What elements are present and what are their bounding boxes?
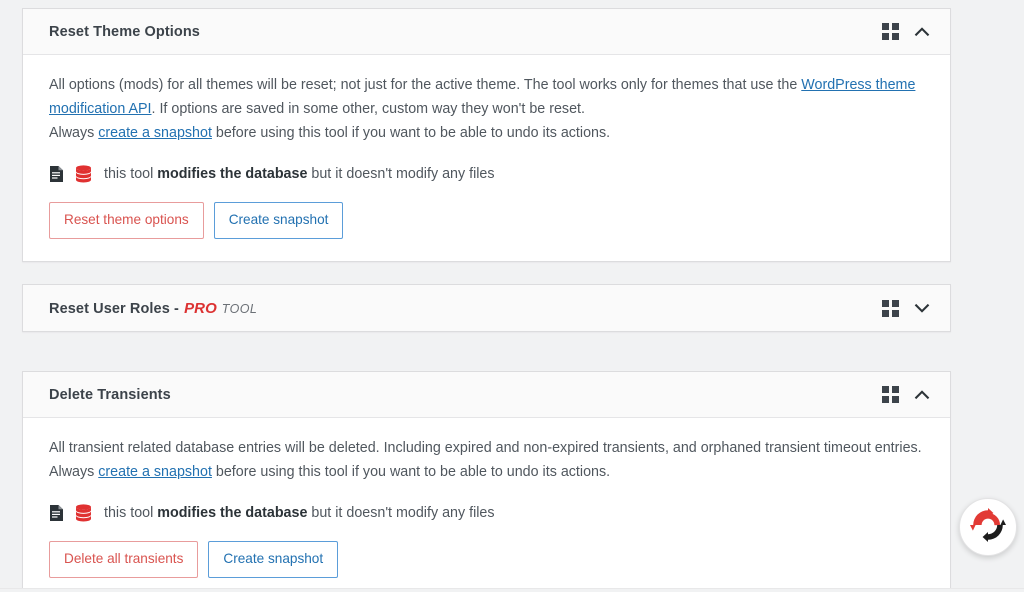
card-title-reset-theme-options: Reset Theme Options xyxy=(49,23,200,40)
desc-text-1: All options (mods) for all themes will b… xyxy=(49,77,802,93)
file-document-icon xyxy=(49,165,64,183)
card-header-reset-user-roles[interactable]: Reset User Roles - PRO TOOL xyxy=(23,285,950,331)
grid-2x2-icon[interactable] xyxy=(882,23,899,40)
delete-all-transients-button[interactable]: Delete all transients xyxy=(49,541,199,578)
desc-text-2: . If options are saved in some other, cu… xyxy=(151,101,585,117)
card-header-icons xyxy=(882,298,932,318)
tool-card-reset-theme-options: Reset Theme Options All options (mods) f… xyxy=(22,8,951,262)
tool-card-reset-user-roles: Reset User Roles - PRO TOOL xyxy=(22,284,951,332)
card-header-reset-theme-options[interactable]: Reset Theme Options xyxy=(23,9,950,55)
chevron-up-icon[interactable] xyxy=(912,385,932,405)
tool-impact-note: this tool modifies the database but it d… xyxy=(49,164,924,184)
create-snapshot-link[interactable]: create a snapshot xyxy=(98,125,212,141)
note-prefix: this tool xyxy=(104,505,158,521)
card-title-main: Reset User Roles xyxy=(49,300,170,317)
wp-reset-refresh-logo-icon xyxy=(967,504,1009,551)
tool-description: All options (mods) for all themes will b… xyxy=(49,73,924,145)
card-title-delete-transients: Delete Transients xyxy=(49,386,171,403)
chevron-up-icon[interactable] xyxy=(912,22,932,42)
database-icon xyxy=(75,504,92,522)
reset-theme-options-button[interactable]: Reset theme options xyxy=(49,202,204,239)
impact-note-text: this tool modifies the database but it d… xyxy=(104,503,495,523)
card-header-icons xyxy=(882,22,932,42)
card-body-delete-transients: All transient related database entries w… xyxy=(23,418,950,592)
always-suffix: before using this tool if you want to be… xyxy=(211,464,611,480)
create-snapshot-button[interactable]: Create snapshot xyxy=(213,202,344,239)
always-prefix: Always xyxy=(49,125,99,141)
file-document-icon xyxy=(49,504,64,522)
database-icon xyxy=(75,165,92,183)
card-title-reset-user-roles: Reset User Roles - PRO TOOL xyxy=(49,300,257,317)
card-header-icons xyxy=(882,385,932,405)
tool-description: All transient related database entries w… xyxy=(49,436,924,484)
note-suffix: but it doesn't modify any files xyxy=(307,166,495,182)
chevron-down-icon[interactable] xyxy=(912,298,932,318)
tool-impact-note: this tool modifies the database but it d… xyxy=(49,503,924,523)
tool-label: TOOL xyxy=(217,301,258,316)
note-bold: modifies the database xyxy=(157,166,308,182)
card-body-reset-theme-options: All options (mods) for all themes will b… xyxy=(23,55,950,261)
tools-page: Reset Theme Options All options (mods) f… xyxy=(0,0,1024,592)
create-snapshot-button[interactable]: Create snapshot xyxy=(208,541,339,578)
always-suffix: before using this tool if you want to be… xyxy=(211,125,611,141)
note-bold: modifies the database xyxy=(157,505,308,521)
button-row: Delete all transients Create snapshot xyxy=(49,541,924,578)
note-suffix: but it doesn't modify any files xyxy=(307,505,495,521)
grid-2x2-icon[interactable] xyxy=(882,386,899,403)
page-bottom-edge xyxy=(0,588,1024,592)
button-row: Reset theme options Create snapshot xyxy=(49,202,924,239)
impact-note-text: this tool modifies the database but it d… xyxy=(104,164,495,184)
grid-2x2-icon[interactable] xyxy=(882,299,899,317)
desc-text-1: All transient related database entries w… xyxy=(49,440,922,456)
wp-reset-floating-button[interactable] xyxy=(959,498,1017,556)
tool-card-delete-transients: Delete Transients All transient related … xyxy=(22,371,951,592)
pro-badge: PRO xyxy=(184,299,217,317)
card-header-delete-transients[interactable]: Delete Transients xyxy=(23,372,950,418)
create-snapshot-link[interactable]: create a snapshot xyxy=(98,464,212,480)
always-prefix: Always xyxy=(49,464,99,480)
card-title-separator: - xyxy=(169,300,184,317)
note-prefix: this tool xyxy=(104,166,158,182)
